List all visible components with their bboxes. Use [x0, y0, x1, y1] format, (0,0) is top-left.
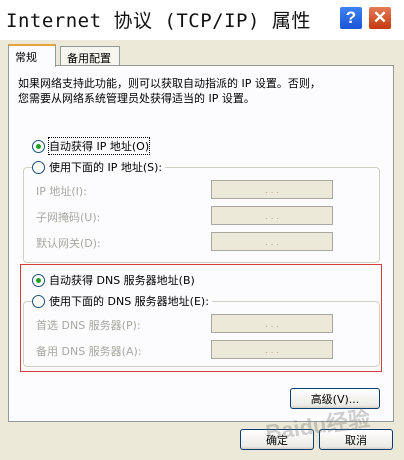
default-gateway-row: 默认网关(D): . . . [36, 232, 336, 252]
manual-ip-label: 使用下面的 IP 地址(S): [49, 161, 163, 174]
tab-alternate-config[interactable]: 备用配置 [60, 46, 120, 66]
default-gateway-field[interactable]: . . . [211, 232, 333, 251]
manual-dns-label: 使用下面的 DNS 服务器地址(E): [49, 295, 209, 308]
auto-dns-label: 自动获得 DNS 服务器地址(B) [49, 274, 195, 287]
help-icon: ? [345, 8, 357, 27]
radio-unchecked-icon [32, 294, 45, 308]
ip-address-field[interactable]: . . . [211, 180, 333, 199]
subnet-mask-field[interactable]: . . . [211, 206, 333, 225]
help-button[interactable]: ? [339, 6, 363, 30]
ok-button[interactable]: 确定 [240, 429, 314, 450]
radio-checked-icon [32, 139, 45, 153]
default-gateway-label: 默认网关(D): [36, 237, 101, 250]
auto-ip-label: 自动获得 IP 地址(O) [47, 137, 151, 155]
manual-ip-radio[interactable]: 使用下面的 IP 地址(S): [32, 159, 166, 175]
subnet-mask-label: 子网掩码(U): [36, 211, 101, 224]
description-text: 如果网络支持此功能，则可以获取自动指派的 IP 设置。否则， 您需要从网络系统管… [18, 76, 388, 106]
description-line-1: 如果网络支持此功能，则可以获取自动指派的 IP 设置。否则， [18, 77, 321, 90]
auto-ip-radio[interactable]: 自动获得 IP 地址(O) [32, 137, 151, 155]
title-bar: Internet 协议 (TCP/IP) 属性 ? ✕ [0, 0, 404, 40]
cancel-button[interactable]: 取消 [319, 429, 393, 450]
window-title: Internet 协议 (TCP/IP) 属性 [6, 10, 311, 32]
manual-dns-radio[interactable]: 使用下面的 DNS 服务器地址(E): [32, 293, 212, 309]
close-button[interactable]: ✕ [368, 6, 392, 30]
subnet-mask-row: 子网掩码(U): . . . [36, 206, 336, 226]
close-icon: ✕ [372, 8, 388, 27]
radio-checked-icon [32, 273, 45, 287]
auto-dns-radio[interactable]: 自动获得 DNS 服务器地址(B) [32, 272, 195, 288]
advanced-button[interactable]: 高级(V)... [290, 388, 380, 409]
radio-unchecked-icon [32, 160, 45, 174]
ip-address-label: IP 地址(I): [36, 185, 87, 198]
description-line-2: 您需要从网络系统管理员处获得适当的 IP 设置。 [18, 92, 255, 105]
tab-general[interactable]: 常规 [8, 44, 56, 67]
ip-address-row: IP 地址(I): . . . [36, 180, 336, 200]
